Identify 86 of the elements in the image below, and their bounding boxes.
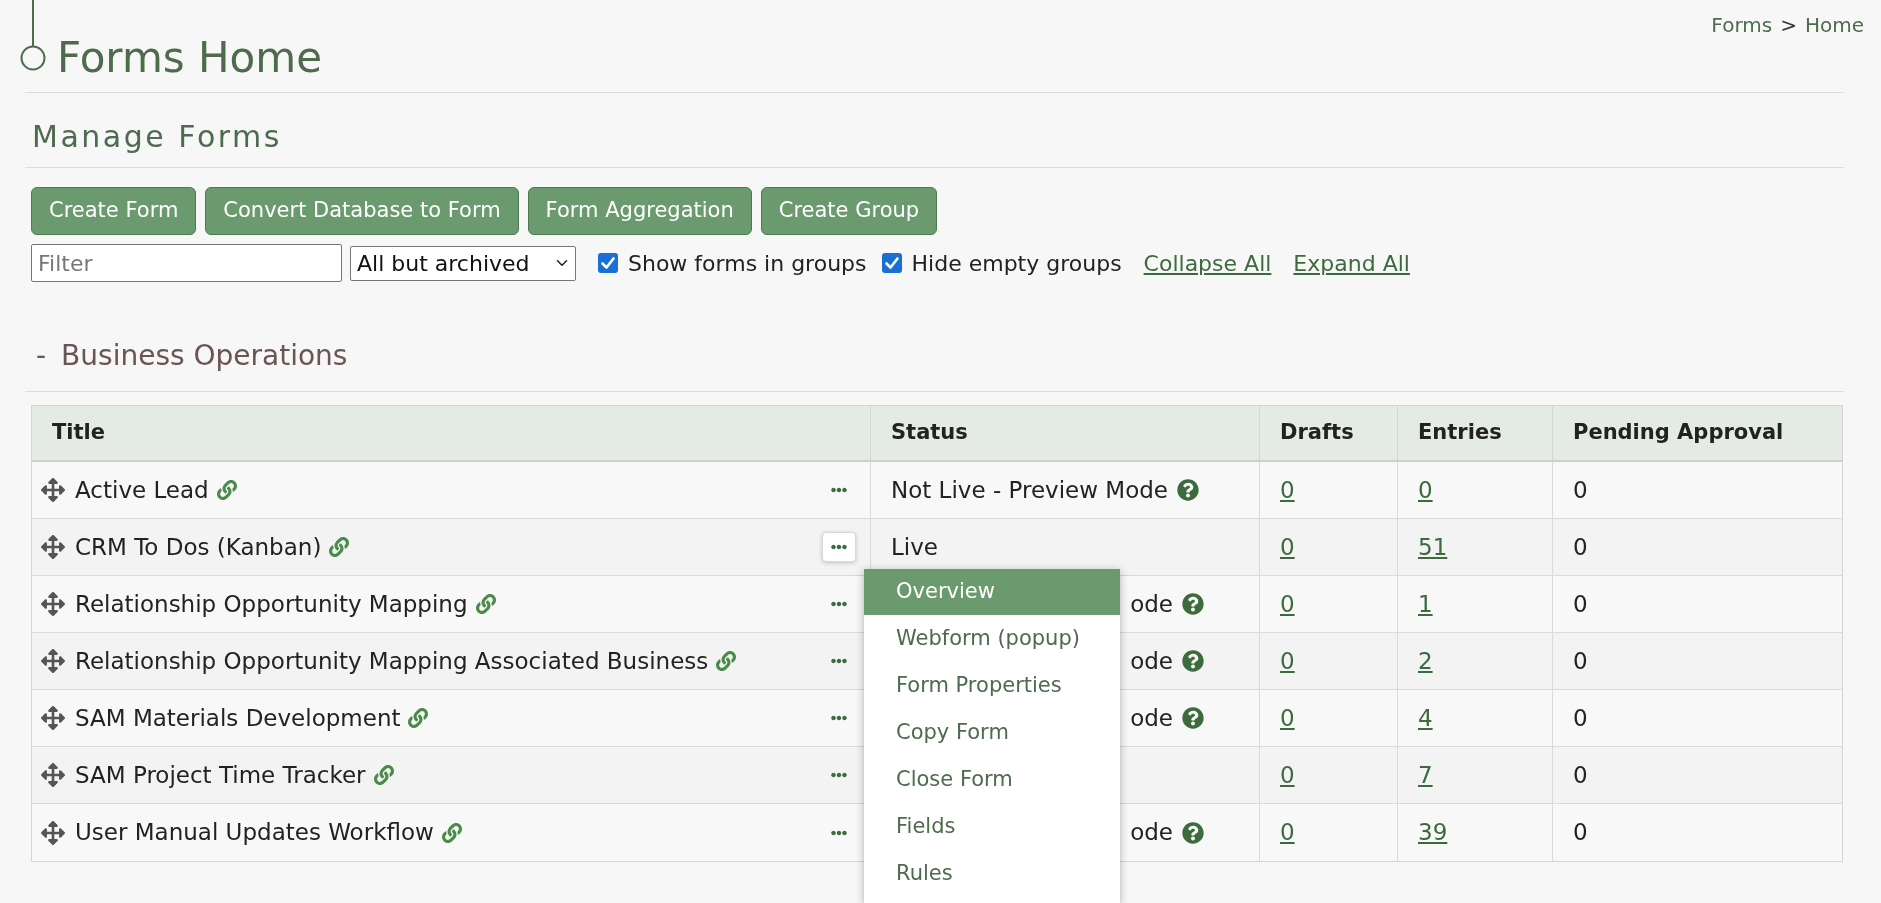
more-options-button[interactable] [822, 532, 856, 562]
drafts-link[interactable]: 0 [1280, 815, 1295, 850]
pending-count: 0 [1573, 703, 1588, 733]
action-button[interactable]: Create Group [760, 187, 938, 235]
entries-link[interactable]: 0 [1418, 472, 1433, 508]
entries-link[interactable]: 51 [1418, 529, 1448, 565]
checkbox[interactable] [598, 253, 618, 273]
checkbox-label: Hide empty groups [911, 249, 1122, 278]
column-header: Title [32, 406, 871, 460]
form-title: Relationship Opportunity Mapping Associated Business [75, 646, 709, 676]
move-icon[interactable] [41, 820, 65, 845]
column-header: Status [871, 406, 1260, 460]
drafts-link[interactable]: 0 [1280, 472, 1295, 508]
form-title: Active Lead [75, 475, 209, 505]
menu-item[interactable]: Copy Form [864, 709, 1120, 756]
drafts-link[interactable]: 0 [1280, 586, 1295, 622]
link-icon[interactable] [408, 708, 429, 728]
status-text: ode [1130, 818, 1173, 848]
move-icon[interactable] [41, 478, 65, 502]
link-icon[interactable] [216, 480, 237, 500]
move-icon[interactable] [41, 592, 65, 616]
checkbox[interactable] [881, 253, 902, 273]
form-title: User Manual Updates Workflow [75, 818, 434, 848]
help-icon[interactable] [1177, 479, 1199, 501]
form-title: SAM Materials Development [75, 703, 401, 733]
help-icon[interactable] [1182, 707, 1204, 729]
drafts-link[interactable]: 0 [1280, 700, 1295, 736]
status-text: ode [1130, 703, 1173, 733]
help-icon[interactable] [1182, 593, 1204, 615]
status-text: Not Live - Preview Mode [891, 475, 1168, 505]
group-toggle[interactable]: - [36, 338, 47, 374]
drafts-link[interactable]: 0 [1280, 757, 1295, 793]
page-title: Forms Home [57, 32, 323, 84]
menu-item[interactable]: Rules [864, 850, 1120, 897]
pending-count: 0 [1573, 589, 1588, 619]
menu-item[interactable]: Form Properties [864, 662, 1120, 709]
menu-item[interactable]: Webform (popup) [864, 615, 1120, 662]
drafts-link[interactable]: 0 [1280, 643, 1295, 679]
menu-item[interactable]: Close Form [864, 756, 1120, 803]
column-header: Drafts [1260, 406, 1398, 460]
pending-count: 0 [1573, 475, 1588, 505]
move-icon[interactable] [41, 535, 65, 559]
entries-link[interactable]: 7 [1418, 757, 1433, 793]
entries-link[interactable]: 1 [1418, 586, 1433, 622]
pending-count: 0 [1573, 646, 1588, 676]
section-title: Manage Forms [32, 118, 283, 156]
group-title: Business Operations [61, 338, 348, 374]
form-title: SAM Project Time Tracker [75, 760, 366, 790]
filter-field[interactable]: Filter [31, 244, 342, 282]
breadcrumb-link[interactable]: Home [1804, 10, 1864, 40]
status-text: ode [1130, 646, 1173, 676]
help-icon[interactable] [1182, 650, 1204, 672]
breadcrumb-separator: > [1780, 12, 1797, 39]
status-text: ode [1130, 589, 1173, 619]
pending-count: 0 [1573, 532, 1588, 562]
drafts-link[interactable]: 0 [1280, 529, 1295, 565]
action-button[interactable]: Create Form [31, 187, 197, 235]
toggle-link[interactable]: Collapse All [1143, 246, 1272, 280]
menu-item[interactable]: Overview [864, 569, 1120, 615]
status-text: Live [891, 532, 938, 562]
column-header: Pending Approval [1572, 419, 1785, 447]
breadcrumb-link[interactable]: Forms [1711, 10, 1773, 40]
pending-count: 0 [1573, 760, 1588, 790]
form-title: CRM To Dos (Kanban) [75, 532, 322, 562]
toggle-link[interactable]: Expand All [1293, 246, 1410, 280]
column-header: Entries [1398, 406, 1553, 460]
entries-link[interactable]: 39 [1418, 815, 1448, 850]
move-icon[interactable] [41, 763, 65, 787]
pending-count: 0 [1573, 818, 1588, 848]
link-icon[interactable] [329, 537, 350, 557]
form-title: Relationship Opportunity Mapping [75, 589, 468, 619]
link-icon[interactable] [373, 765, 394, 785]
timeline-node-icon [19, 0, 47, 72]
help-icon[interactable] [1182, 821, 1204, 844]
menu-item[interactable]: Fields [864, 803, 1120, 850]
entries-link[interactable]: 2 [1418, 643, 1433, 679]
link-icon[interactable] [716, 651, 737, 671]
action-button[interactable]: Convert Database to Form [205, 187, 519, 235]
move-icon[interactable] [41, 649, 65, 673]
action-button[interactable]: Form Aggregation [527, 187, 752, 235]
link-icon[interactable] [441, 822, 462, 843]
status-select[interactable]: All but archived [350, 245, 576, 281]
checkbox-label: Show forms in groups [628, 249, 867, 278]
move-icon[interactable] [41, 706, 65, 730]
entries-link[interactable]: 4 [1418, 700, 1433, 736]
link-icon[interactable] [475, 594, 496, 614]
